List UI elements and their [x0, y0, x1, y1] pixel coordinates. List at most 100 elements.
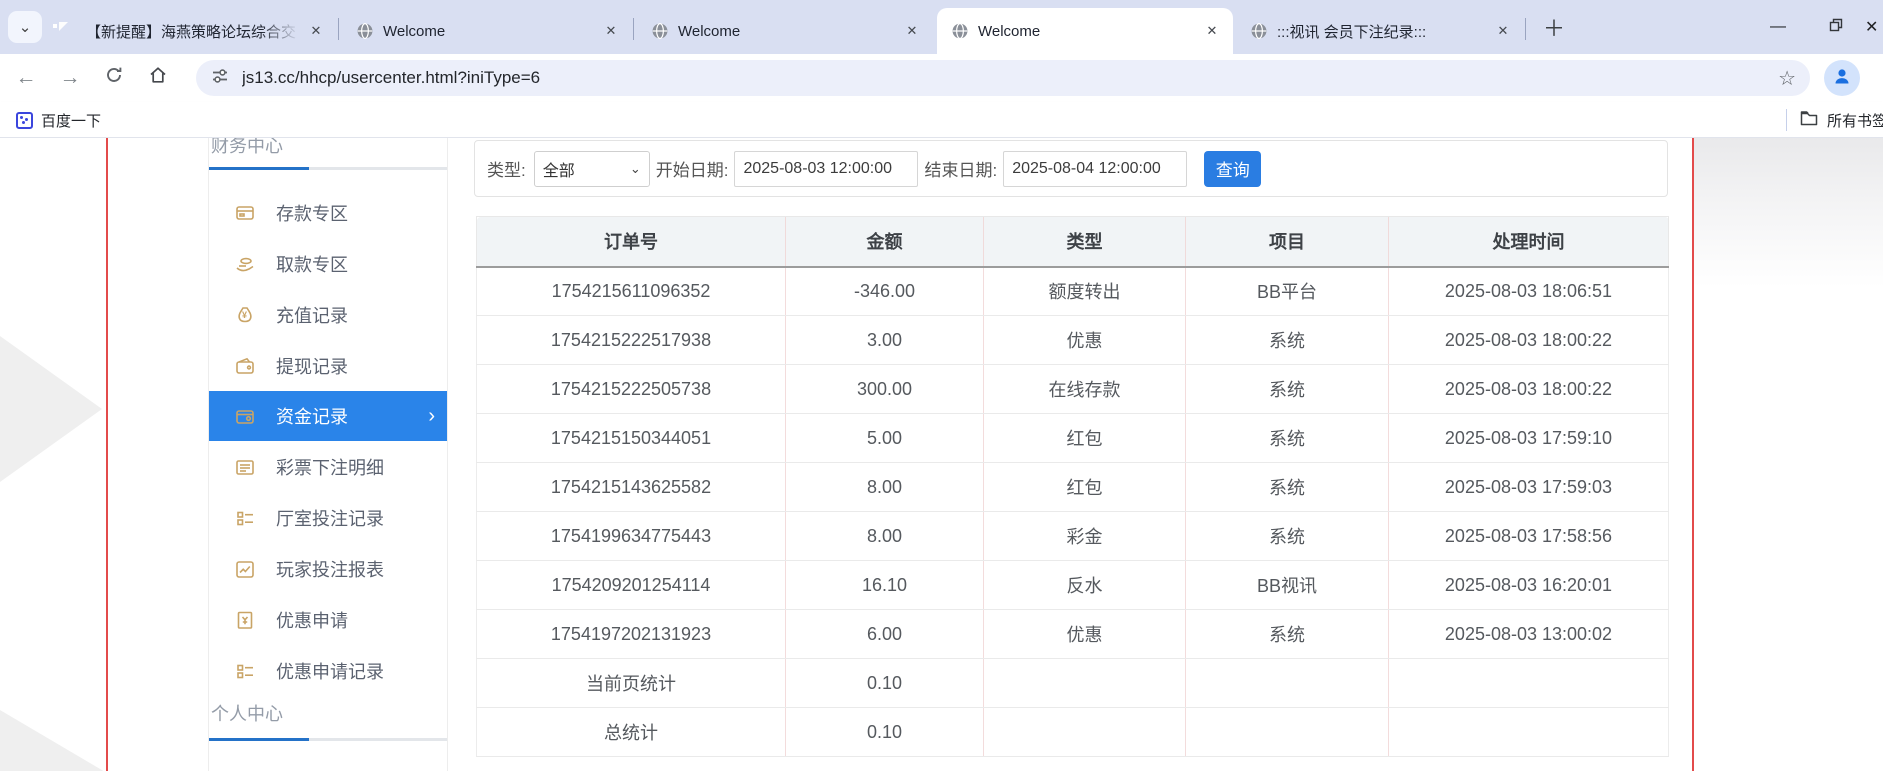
query-button[interactable]: 查询	[1204, 151, 1261, 187]
tab-close-icon[interactable]: ✕	[901, 20, 923, 42]
tab-welcome-2[interactable]: Welcome ✕	[637, 8, 933, 54]
globe-icon	[651, 22, 669, 40]
new-tab-button[interactable]: ＋	[1538, 12, 1570, 42]
cell-amount: 3.00	[786, 316, 984, 365]
bookmarks-bar: 百度一下 所有书签	[0, 102, 1883, 138]
sidebar-item-promo-apply[interactable]: 优惠申请	[209, 595, 447, 645]
summary-label: 当前页统计	[477, 659, 786, 708]
report-chart-icon	[234, 558, 256, 580]
all-bookmarks-button[interactable]: 所有书签	[1799, 108, 1883, 133]
table-row: 1754197202131923 6.00 优惠 系统 2025-08-03 1…	[477, 610, 1669, 659]
sidebar-item-hall-bets[interactable]: 厅室投注记录	[209, 493, 447, 543]
cell-project: BB平台	[1186, 267, 1389, 316]
sidebar-item-withdrawal-records[interactable]: 提现记录	[209, 341, 447, 391]
sidebar-item-deposit[interactable]: 存款专区	[209, 188, 447, 238]
column-header: 类型	[984, 217, 1186, 267]
profile-avatar[interactable]	[1824, 60, 1860, 96]
cell-time: 2025-08-03 17:59:10	[1389, 414, 1669, 463]
background-shape	[0, 710, 112, 771]
all-bookmarks-label: 所有书签	[1827, 110, 1883, 131]
end-date-label: 结束日期:	[924, 156, 997, 181]
page-right-border	[1692, 138, 1694, 771]
tab-welcome-active[interactable]: Welcome ✕	[937, 8, 1233, 54]
start-date-label: 开始日期:	[656, 156, 729, 181]
globe-icon	[356, 22, 374, 40]
type-select-value: 全部	[543, 157, 575, 181]
table-row: 1754215150344051 5.00 红包 系统 2025-08-03 1…	[477, 414, 1669, 463]
cell-amount: 5.00	[786, 414, 984, 463]
home-button[interactable]	[142, 62, 174, 94]
sidebar-item-promo-records[interactable]: 优惠申请记录	[209, 646, 447, 696]
tab-close-icon[interactable]: ✕	[600, 20, 622, 42]
globe-icon	[1250, 22, 1268, 40]
sidebar-item-label: 优惠申请记录	[276, 658, 384, 684]
cell-project: 系统	[1186, 414, 1389, 463]
restore-button[interactable]	[1807, 0, 1865, 54]
cell-type: 红包	[984, 414, 1186, 463]
tab-close-icon[interactable]: ✕	[305, 20, 327, 42]
sidebar-section-personal: 个人中心	[209, 700, 447, 726]
minimize-button[interactable]: —	[1749, 0, 1807, 54]
tab-search-button[interactable]: ⌄	[8, 11, 42, 43]
table-row: 1754215222517938 3.00 优惠 系统 2025-08-03 1…	[477, 316, 1669, 365]
cell-project: 系统	[1186, 463, 1389, 512]
sidebar-item-player-report[interactable]: 玩家投注报表	[209, 544, 447, 594]
bookmark-star-icon[interactable]: ☆	[1778, 66, 1796, 91]
cell-time: 2025-08-03 18:06:51	[1389, 267, 1669, 316]
cell-order-no: 1754215143625582	[477, 463, 786, 512]
list-icon	[234, 456, 256, 478]
tab-title: 【新提醒】海燕策略论坛综合交	[86, 21, 299, 42]
tab-close-icon[interactable]: ✕	[1492, 20, 1514, 42]
url-text[interactable]: js13.cc/hhcp/usercenter.html?iniType=6	[242, 68, 1778, 88]
address-bar[interactable]: js13.cc/hhcp/usercenter.html?iniType=6 ☆	[196, 60, 1810, 96]
cell-order-no: 1754215222517938	[477, 316, 786, 365]
site-settings-icon[interactable]	[210, 66, 230, 91]
tab-video-records[interactable]: :::视讯 会员下注纪录::: ✕	[1236, 8, 1524, 54]
deposit-card-icon	[234, 202, 256, 224]
minimize-icon: —	[1770, 18, 1786, 36]
cell-amount: 16.10	[786, 561, 984, 610]
chevron-down-icon: ⌄	[19, 18, 32, 36]
tab-divider	[338, 18, 339, 40]
bookmark-label: 百度一下	[41, 110, 101, 131]
tab-welcome-1[interactable]: Welcome ✕	[342, 8, 632, 54]
cell-order-no: 1754199634775443	[477, 512, 786, 561]
bookmark-baidu[interactable]: 百度一下	[8, 106, 109, 134]
table-header-row: 订单号 金额 类型 项目 处理时间	[477, 217, 1669, 267]
sidebar-item-recharge-records[interactable]: ¥ 充值记录	[209, 290, 447, 340]
plus-icon: ＋	[1543, 11, 1565, 43]
cell-type: 在线存款	[984, 365, 1186, 414]
back-button[interactable]: ←	[10, 62, 42, 94]
grid-list-icon	[234, 660, 256, 682]
reload-icon	[104, 65, 124, 91]
end-date-input[interactable]	[1003, 151, 1187, 187]
chevron-right-icon: ›	[428, 406, 435, 426]
cell-project: 系统	[1186, 365, 1389, 414]
baidu-favicon-icon	[16, 112, 33, 129]
tab-close-icon[interactable]: ✕	[1201, 20, 1223, 42]
column-header: 金额	[786, 217, 984, 267]
cell-time: 2025-08-03 18:00:22	[1389, 316, 1669, 365]
tab-title: Welcome	[383, 23, 594, 40]
tab-forum[interactable]: 【新提醒】海燕策略论坛综合交 ✕	[45, 8, 337, 54]
sidebar-item-funds-records[interactable]: 资金记录 ›	[209, 391, 447, 441]
summary-row-total: 总统计 0.10	[477, 708, 1669, 757]
funds-wallet-icon	[234, 405, 256, 427]
sidebar-item-lottery-bets[interactable]: 彩票下注明细	[209, 442, 447, 492]
wallet-icon	[234, 355, 256, 377]
cell-project: 系统	[1186, 316, 1389, 365]
section-divider	[209, 167, 447, 170]
type-select[interactable]: 全部 ⌄	[534, 151, 650, 187]
close-window-button[interactable]: ✕	[1865, 0, 1883, 54]
browser-toolbar: ← → js13.cc/hhcp/usercenter.html?iniType…	[0, 54, 1883, 102]
background-shape	[0, 336, 102, 482]
sidebar: 财务中心 存款专区 取款专区 ¥ 充值记录 提现记录 资金记录 ›	[208, 138, 448, 771]
section-divider	[209, 738, 447, 741]
forward-button[interactable]: →	[54, 62, 86, 94]
reload-button[interactable]	[98, 62, 130, 94]
grid-list-icon	[234, 507, 256, 529]
start-date-input[interactable]	[734, 151, 918, 187]
forum-icon	[59, 22, 77, 40]
cell-amount: 6.00	[786, 610, 984, 659]
sidebar-item-withdraw[interactable]: 取款专区	[209, 239, 447, 289]
